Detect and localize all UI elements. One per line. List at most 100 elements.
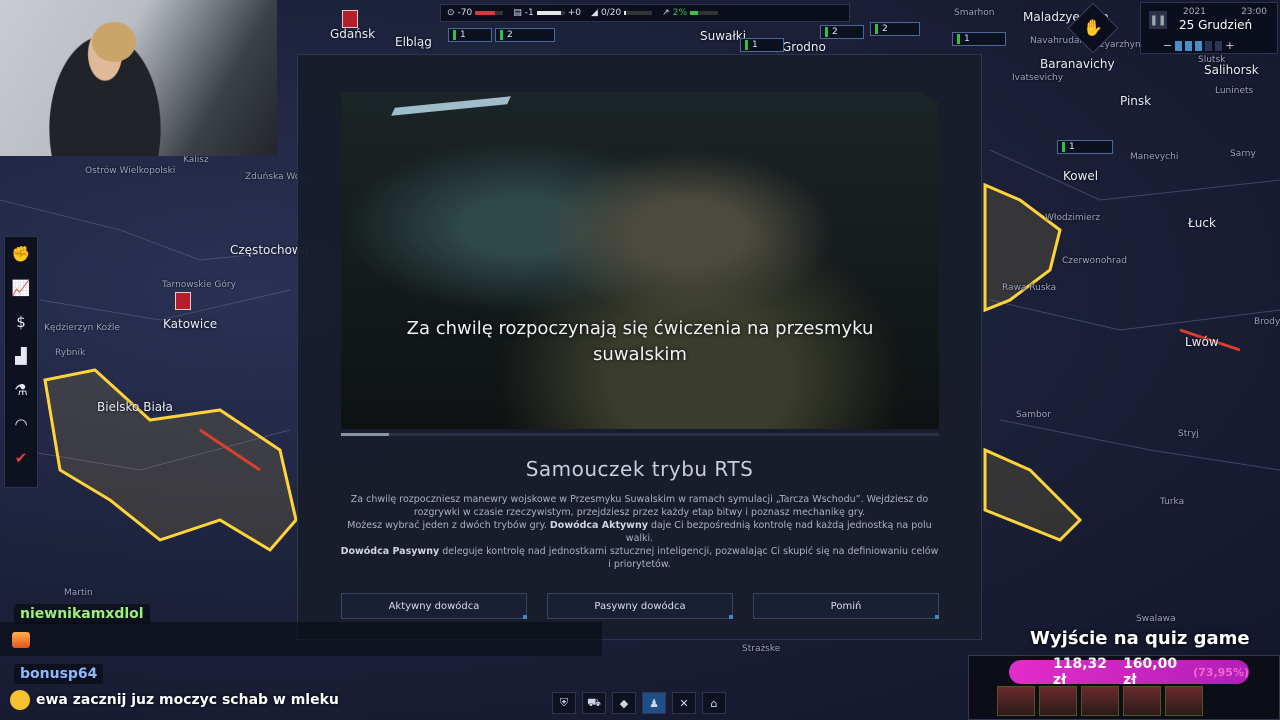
town-label: Manevychi bbox=[1130, 152, 1179, 162]
town-label: Sarny bbox=[1230, 149, 1256, 159]
units-stat[interactable]: ◢ 0/20 bbox=[591, 8, 653, 18]
city-label[interactable]: Gdańsk bbox=[330, 27, 375, 41]
resource-bar: ⊙ -70 ▤ -1 +0 ◢ 0/20 ↗ 2% bbox=[440, 4, 850, 22]
research-icon[interactable]: ⚗ bbox=[10, 379, 32, 401]
unit-counter[interactable]: 1 bbox=[740, 38, 784, 52]
town-label: Turka bbox=[1160, 497, 1185, 507]
city-label[interactable]: Łuck bbox=[1188, 216, 1216, 230]
industry-icon[interactable]: ▟ bbox=[10, 345, 32, 367]
clock-time: 23:00 bbox=[1241, 7, 1267, 17]
chat-username: bonusp64 bbox=[14, 664, 104, 684]
town-label: Swalawa bbox=[1136, 614, 1176, 624]
town-label: Rybnik bbox=[55, 348, 86, 358]
city-label[interactable]: Baranavichy bbox=[1040, 57, 1115, 71]
cross-icon[interactable]: ✕ bbox=[672, 692, 696, 714]
town-label: Brody bbox=[1254, 317, 1280, 327]
city-label[interactable]: Elbląg bbox=[395, 35, 432, 49]
unit-card[interactable] bbox=[1165, 686, 1203, 716]
relations-bar bbox=[536, 11, 565, 15]
pause-icon: ❚❚ bbox=[1149, 14, 1167, 26]
unit-counter[interactable]: 2 bbox=[495, 28, 555, 42]
city-label[interactable]: Grodno bbox=[782, 40, 826, 54]
speed-pip bbox=[1215, 40, 1223, 51]
unit-counter[interactable]: 1 bbox=[1057, 140, 1113, 154]
shield-icon[interactable]: ⛨ bbox=[552, 692, 576, 714]
clock-date: 25 Grudzień bbox=[1179, 18, 1253, 32]
unit-counter[interactable]: 1 bbox=[448, 28, 492, 42]
skip-button[interactable]: Pomiń bbox=[753, 593, 939, 619]
town-label: Rawa Ruska bbox=[1002, 283, 1057, 293]
unit-cards bbox=[997, 686, 1203, 716]
town-label: Ivatsevichy bbox=[1012, 73, 1064, 83]
streamer-hair bbox=[92, 22, 136, 62]
unit-card[interactable] bbox=[1081, 686, 1119, 716]
video-light bbox=[391, 96, 511, 116]
tutorial-video[interactable]: Za chwilę rozpoczynają się ćwiczenia na … bbox=[341, 92, 939, 429]
town-label: Luninets bbox=[1215, 86, 1254, 96]
dialog-description: Za chwilę rozpoczniesz manewry wojskowe … bbox=[340, 494, 939, 570]
stability-stat[interactable]: ⊙ -70 bbox=[447, 8, 504, 18]
truck-icon[interactable]: ⛟ bbox=[582, 692, 606, 714]
stability-bar bbox=[475, 11, 504, 15]
pause-button[interactable]: ❚❚ bbox=[1149, 11, 1167, 29]
infantry-icon[interactable]: ♟ bbox=[642, 692, 666, 714]
handshake-icon[interactable]: ✊ bbox=[10, 243, 32, 265]
emblem-icon[interactable]: ✔ bbox=[10, 447, 32, 469]
donation-goal-widget: 118,32 zł 160,00 zł (73,95%) bbox=[968, 655, 1280, 720]
webcam-overlay bbox=[0, 0, 277, 156]
unit-card[interactable] bbox=[1039, 686, 1077, 716]
helmet-icon[interactable]: ◠ bbox=[10, 413, 32, 435]
town-label: Smarhon bbox=[954, 8, 995, 18]
speed-up-button[interactable]: + bbox=[1225, 39, 1234, 52]
town-label: Tarnowskie Góry bbox=[162, 280, 236, 290]
town-label: Czerwonohrad bbox=[1062, 256, 1127, 266]
city-label[interactable]: Katowice bbox=[163, 317, 217, 331]
town-label: Sambor bbox=[1016, 410, 1051, 420]
unit-counter[interactable]: 2 bbox=[820, 25, 864, 39]
speed-down-button[interactable]: − bbox=[1163, 39, 1172, 52]
game-clock: ❚❚ 2021 23:00 25 Grudzień − + bbox=[1140, 2, 1278, 54]
growth-bar bbox=[690, 11, 718, 15]
hq-icon[interactable]: ⌂ bbox=[702, 692, 726, 714]
relations-stat[interactable]: ▤ -1 +0 bbox=[513, 8, 581, 18]
money-icon[interactable]: $ bbox=[10, 311, 32, 333]
speed-pip bbox=[1185, 40, 1193, 51]
town-label: Stryj bbox=[1178, 429, 1199, 439]
video-subtitle: Za chwilę rozpoczynają się ćwiczenia na … bbox=[406, 318, 874, 365]
chat-username: niewnikamxdlol bbox=[14, 604, 150, 624]
unit-flag[interactable] bbox=[175, 292, 191, 310]
city-label[interactable]: Kowel bbox=[1063, 169, 1098, 183]
unit-flag[interactable] bbox=[342, 10, 358, 28]
town-label: Slutsk bbox=[1198, 55, 1226, 65]
town-label: Kędzierzyn Koźle bbox=[44, 323, 120, 333]
left-toolbar: ✊ 📈 $ ▟ ⚗ ◠ ✔ bbox=[4, 236, 38, 488]
speed-pip bbox=[1175, 40, 1183, 51]
active-commander-button[interactable]: Aktywny dowódca bbox=[341, 593, 527, 619]
chart-icon[interactable]: 📈 bbox=[10, 277, 32, 299]
speed-pip bbox=[1195, 40, 1203, 51]
quiz-title: Wyjście na quiz game bbox=[1030, 628, 1250, 649]
town-label: Martin bbox=[64, 588, 93, 598]
passive-commander-button[interactable]: Pasywny dowódca bbox=[547, 593, 733, 619]
unit-counter[interactable]: 2 bbox=[870, 22, 920, 36]
clock-year: 2021 bbox=[1183, 7, 1206, 17]
fire-emote-icon bbox=[12, 632, 30, 648]
city-label[interactable]: Pinsk bbox=[1120, 94, 1151, 108]
video-progress-bar[interactable] bbox=[341, 433, 939, 436]
unit-card[interactable] bbox=[997, 686, 1035, 716]
town-label: Strażske bbox=[742, 644, 781, 654]
stability-icon: ⊙ bbox=[447, 8, 455, 18]
speed-pip bbox=[1205, 40, 1213, 51]
city-label[interactable]: Lwów bbox=[1185, 335, 1219, 349]
growth-stat[interactable]: ↗ 2% bbox=[662, 8, 718, 18]
tank-icon[interactable]: ◆ bbox=[612, 692, 636, 714]
city-label[interactable]: Salihorsk bbox=[1204, 63, 1259, 77]
city-label[interactable]: Bielsko Biała bbox=[97, 400, 173, 414]
unit-counter[interactable]: 1 bbox=[952, 32, 1006, 46]
town-label: Włodzimierz bbox=[1045, 213, 1101, 223]
bottom-toolbar: ⛨ ⛟ ◆ ♟ ✕ ⌂ bbox=[552, 692, 726, 714]
town-label: Ostrów Wielkopolski bbox=[85, 166, 176, 176]
tutorial-dialog: Za chwilę rozpoczynają się ćwiczenia na … bbox=[297, 54, 982, 640]
unit-card[interactable] bbox=[1123, 686, 1161, 716]
dialog-title: Samouczek trybu RTS bbox=[525, 457, 754, 481]
